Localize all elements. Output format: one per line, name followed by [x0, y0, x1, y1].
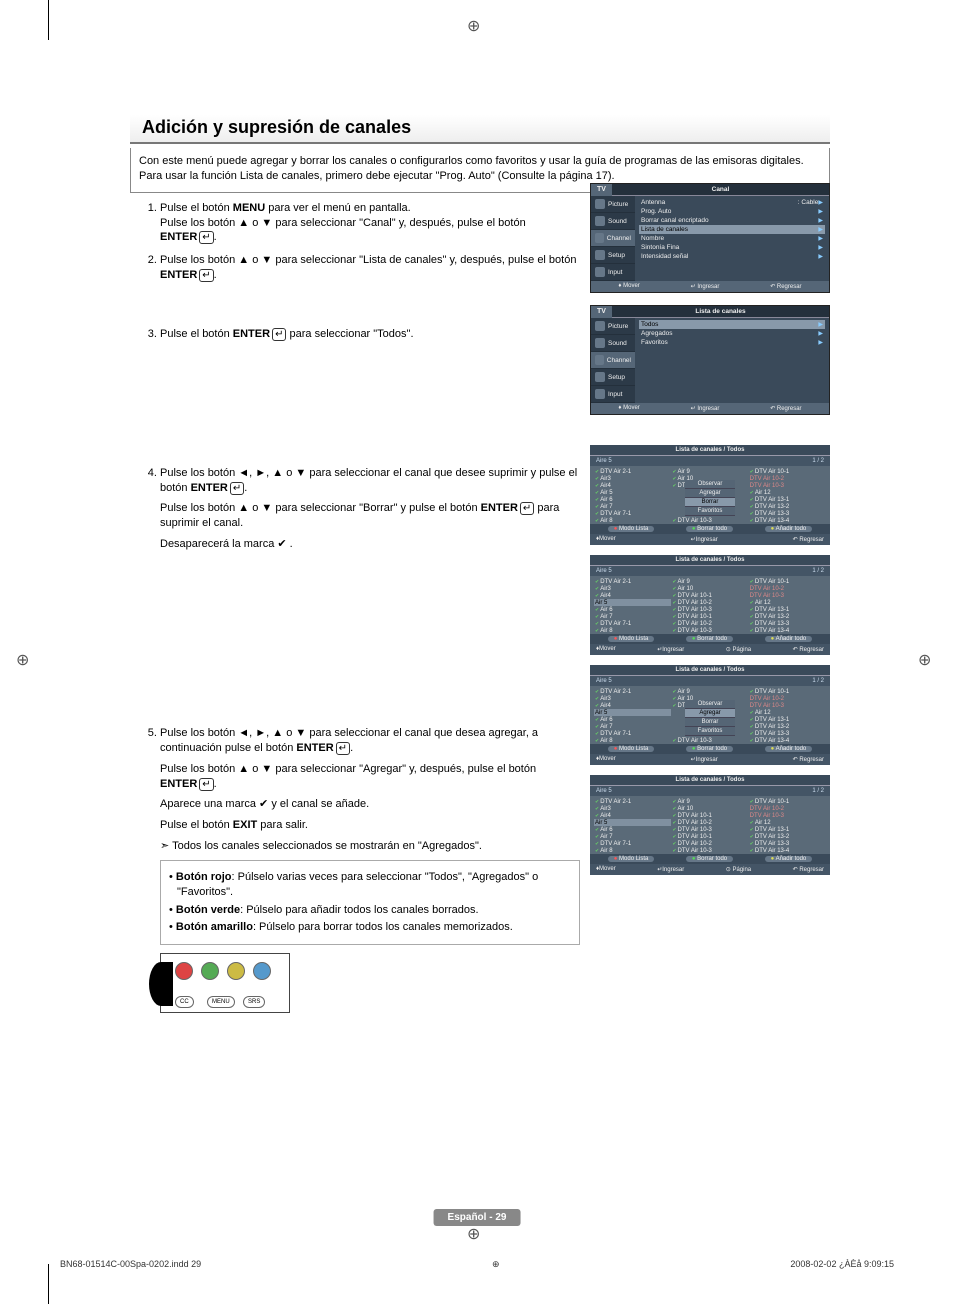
enter-icon — [270, 328, 286, 340]
blue-button-icon — [253, 962, 271, 980]
yellow-button-icon — [227, 962, 245, 980]
reg-mark — [16, 650, 36, 670]
enter-icon — [197, 269, 213, 281]
enter-icon — [334, 742, 350, 754]
reg-mark — [918, 650, 938, 670]
reg-mark — [467, 1224, 487, 1244]
chlist-3: Lista de canales / TodosAire 51 / 2DTV A… — [590, 665, 830, 765]
reg-mark — [467, 16, 487, 36]
osd-lista: TVLista de canales PictureSoundChannelSe… — [590, 305, 830, 415]
enter-icon — [518, 502, 534, 514]
enter-icon — [197, 778, 213, 790]
page-number: Español - 29 — [434, 1209, 521, 1226]
enter-icon — [197, 231, 213, 243]
osd-canal: TVCanal PictureSoundChannelSetupInput An… — [590, 183, 830, 293]
red-button-icon — [175, 962, 193, 980]
color-button-help: Botón rojo: Púlselo varias veces para se… — [160, 860, 580, 945]
chlist-2: Lista de canales / TodosAire 51 / 2DTV A… — [590, 555, 830, 655]
remote-figure: CC MENU SRS — [160, 953, 290, 1013]
reg-mark — [492, 1259, 500, 1270]
chlist-1: Lista de canales / TodosAire 51 / 2DTV A… — [590, 445, 830, 545]
enter-icon — [228, 482, 244, 494]
note: Todos los canales seleccionados se mostr… — [160, 839, 580, 854]
green-button-icon — [201, 962, 219, 980]
print-footer: BN68-01514C-00Spa-0202.indd 29 2008-02-0… — [60, 1259, 894, 1270]
page-title: Adición y supresión de canales — [130, 115, 830, 144]
chlist-4: Lista de canales / TodosAire 51 / 2DTV A… — [590, 775, 830, 875]
